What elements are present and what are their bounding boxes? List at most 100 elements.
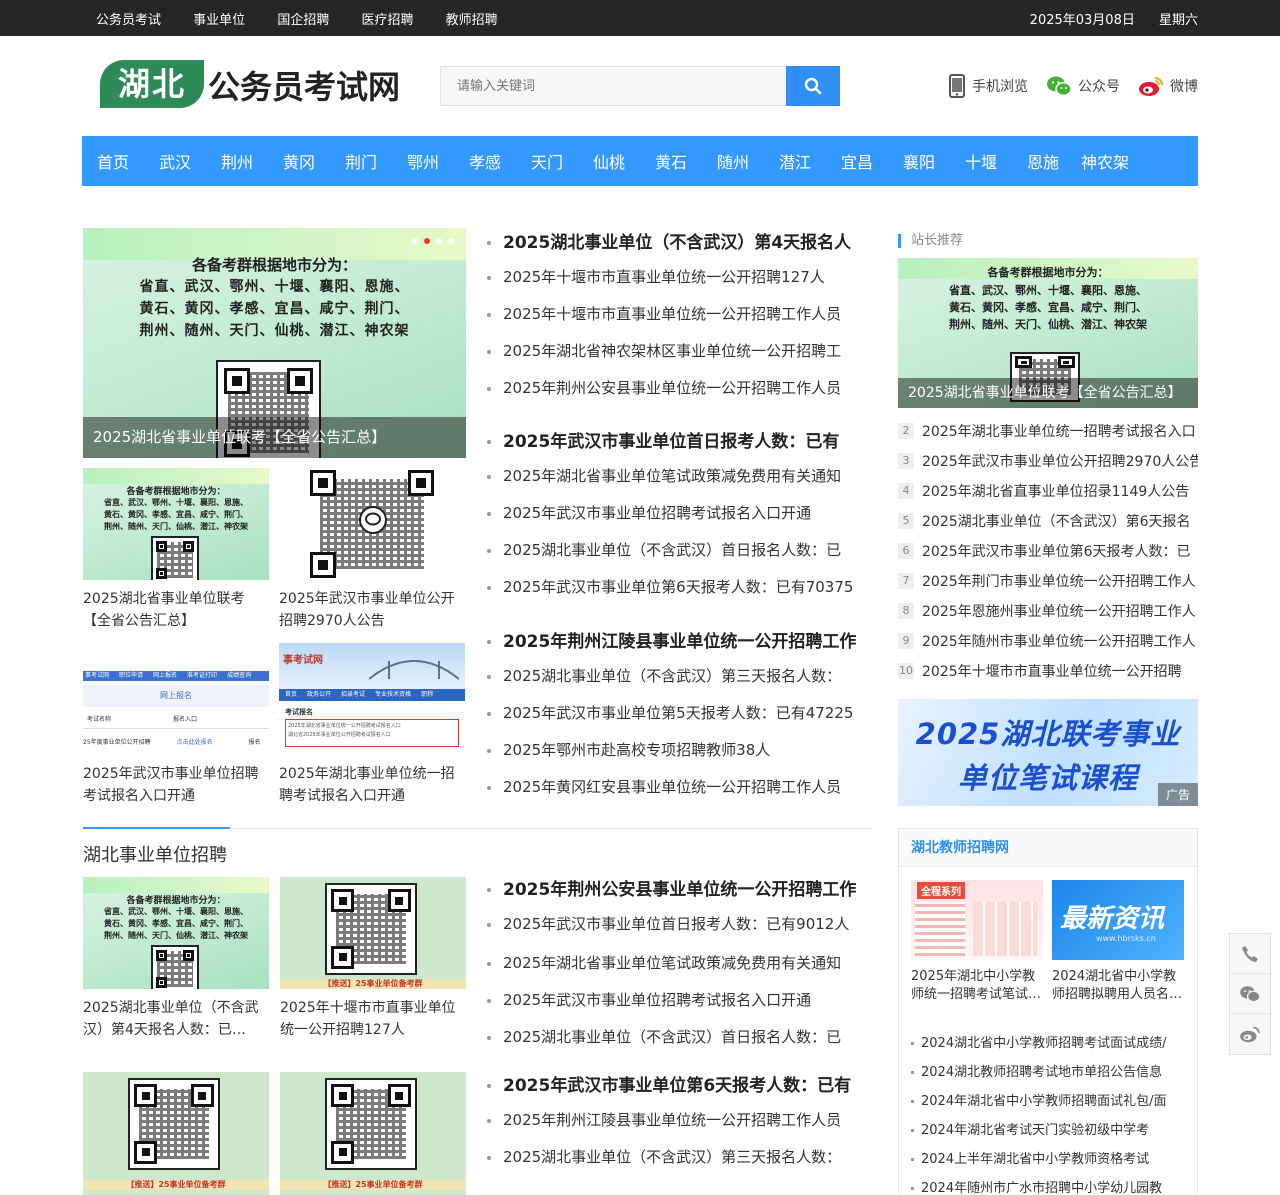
news-headline[interactable]: 2025年武汉市事业单位第6天报考人数：已有: [487, 1071, 867, 1101]
news-item[interactable]: 2025年武汉市事业单位招聘考试报名入口开通: [487, 495, 867, 532]
news-item[interactable]: 2025年荆州公安县事业单位统一公开招聘工作人员: [487, 370, 867, 407]
nav-jingzhou[interactable]: 荆州: [206, 149, 268, 173]
news-headline[interactable]: 2025年武汉市事业单位首日报考人数：已有: [487, 427, 867, 457]
nav-huangshi[interactable]: 黄石: [640, 149, 702, 173]
nav-xiangyang[interactable]: 襄阳: [888, 149, 950, 173]
rank-title[interactable]: 2025年武汉市事业单位第6天报考人数：已: [922, 541, 1191, 561]
news-item[interactable]: 2025湖北事业单位（不含武汉）首日报名人数：已: [487, 1019, 867, 1056]
nav-wuhan[interactable]: 武汉: [144, 149, 206, 173]
site-logo[interactable]: 湖北 公务员考试网: [100, 60, 410, 112]
rank-item[interactable]: 3 2025年武汉市事业单位公开招聘2970人公告: [898, 446, 1198, 476]
news-item[interactable]: 2025年荆州江陵县事业单位统一公开招聘工作人员: [487, 1102, 867, 1139]
top-link-soe[interactable]: 国企招聘: [277, 13, 329, 28]
teacher-news-item[interactable]: 2024年随州市广水市招聘中小学幼儿园教: [911, 1174, 1187, 1195]
slider-dot[interactable]: [436, 238, 442, 244]
section-thumb-card[interactable]: 【推送】25事业单位备考群: [280, 1072, 466, 1195]
news-headline[interactable]: 2025年荆州江陵县事业单位统一公开招聘工作: [487, 627, 867, 657]
rank-title[interactable]: 2025年随州市事业单位统一公开招聘工作人: [922, 631, 1196, 651]
news-item[interactable]: 2025年武汉市事业单位首日报考人数：已有9012人: [487, 906, 867, 943]
news-item[interactable]: 2025年武汉市事业单位招聘考试报名入口开通: [487, 982, 867, 1019]
nav-qianjiang[interactable]: 潜江: [764, 149, 826, 173]
thumb-card[interactable]: 2025年武汉市事业单位公开招聘2970人公告: [279, 468, 465, 632]
search-input[interactable]: [440, 66, 786, 106]
teacher-news-item[interactable]: 2024上半年湖北省中小学教师资格考试: [911, 1145, 1187, 1174]
nav-home[interactable]: 首页: [82, 149, 144, 173]
thumb-caption[interactable]: 2025年湖北事业单位统一招聘考试报名入口开通: [279, 763, 465, 807]
rank-item[interactable]: 9 2025年随州市事业单位统一公开招聘工作人: [898, 626, 1198, 656]
section-thumb-card[interactable]: 【推送】25事业单位备考群: [83, 1072, 269, 1195]
hero-slider[interactable]: 各备考群根据地市分为： 省直、武汉、鄂州、十堰、襄阳、恩施、 黄石、黄冈、孝感、…: [83, 228, 466, 458]
news-item[interactable]: 2025年黄冈红安县事业单位统一公开招聘工作人员: [487, 769, 867, 806]
thumb-caption[interactable]: 2025湖北省事业单位联考【全省公告汇总】: [83, 588, 269, 632]
thumb-image[interactable]: 事考试网 职位申请 网上报名 准考证打印 成绩查询 网上报名 考试名称 报名入口…: [83, 643, 269, 755]
nav-shennongjia[interactable]: 神农架: [1074, 149, 1136, 173]
teacher-news-item[interactable]: 2024年湖北省考试天门实验初级中学考: [911, 1116, 1187, 1145]
nav-suizhou[interactable]: 随州: [702, 149, 764, 173]
teacher-news-item[interactable]: 2024湖北省中小学教师招聘考试面试成绩/: [911, 1029, 1187, 1058]
news-item[interactable]: 2025年湖北省事业单位笔试政策减免费用有关通知: [487, 458, 867, 495]
news-item[interactable]: 2025年十堰市市直事业单位统一公开招聘工作人员: [487, 296, 867, 333]
rank-title[interactable]: 2025年湖北事业单位统一招聘考试报名入口: [922, 421, 1196, 441]
thumb-image[interactable]: 【推送】25事业单位备考群: [83, 1072, 269, 1195]
nav-jingmen[interactable]: 荆门: [330, 149, 392, 173]
wechat-link[interactable]: 公众号: [1046, 74, 1120, 98]
float-weibo-button[interactable]: [1230, 1014, 1270, 1054]
rank-item[interactable]: 8 2025年恩施州事业单位统一公开招聘工作人: [898, 596, 1198, 626]
rank-item[interactable]: 4 2025年湖北省直事业单位招录1149人公告: [898, 476, 1198, 506]
teacher-pic[interactable]: 全程系列: [911, 880, 1043, 960]
thumb-card[interactable]: 各备考群根据地市分为： 省直、武汉、鄂州、十堰、襄阳、恩施、 黄石、黄冈、孝感、…: [83, 468, 269, 632]
slider-dot-active[interactable]: [424, 238, 430, 244]
thumb-card[interactable]: 事考试网 首页 政务公开 招录考试 专业技术资格 职称 考试报名 2025年湖北…: [279, 643, 465, 807]
thumb-card[interactable]: 事考试网 职位申请 网上报名 准考证打印 成绩查询 网上报名 考试名称 报名入口…: [83, 643, 269, 807]
teacher-news-item[interactable]: 2024湖北教师招聘考试地市单招公告信息: [911, 1058, 1187, 1087]
rank-title[interactable]: 2025年荆门市事业单位统一公开招聘工作人: [922, 571, 1196, 591]
teacher-pic[interactable]: 最新资讯 www.hbrsks.cn: [1052, 880, 1184, 960]
section-thumb-card[interactable]: 各备考群根据地市分为： 省直、武汉、鄂州、十堰、襄阳、恩施、 黄石、黄冈、孝感、…: [83, 877, 269, 1041]
rank-title[interactable]: 2025年湖北省直事业单位招录1149人公告: [922, 481, 1189, 501]
slider-pagination[interactable]: [406, 238, 454, 244]
thumb-image[interactable]: [279, 468, 465, 580]
rank-title[interactable]: 2025年恩施州事业单位统一公开招聘工作人: [922, 601, 1196, 621]
nav-xiaogan[interactable]: 孝感: [454, 149, 516, 173]
rank-item[interactable]: 7 2025年荆门市事业单位统一公开招聘工作人: [898, 566, 1198, 596]
news-item[interactable]: 2025年湖北省神农架林区事业单位统一公开招聘工: [487, 333, 867, 370]
teacher-pic-caption[interactable]: 2024湖北省中小学教师招聘拟聘用人员名…: [1052, 968, 1184, 1006]
thumb-image[interactable]: 各备考群根据地市分为： 省直、武汉、鄂州、十堰、襄阳、恩施、 黄石、黄冈、孝感、…: [83, 468, 269, 580]
search-button[interactable]: [786, 66, 840, 106]
rank-item[interactable]: 6 2025年武汉市事业单位第6天报考人数：已: [898, 536, 1198, 566]
ad-banner[interactable]: 2025湖北联考事业 单位笔试课程 广告: [898, 699, 1198, 806]
teacher-box-title[interactable]: 湖北教师招聘网: [899, 829, 1197, 867]
slider-dot[interactable]: [412, 238, 418, 244]
top-link-institution[interactable]: 事业单位: [193, 13, 245, 28]
news-item[interactable]: 2025年鄂州市赴高校专项招聘教师38人: [487, 732, 867, 769]
recommend-caption[interactable]: 2025湖北省事业单位联考【全省公告汇总】: [898, 378, 1198, 408]
nav-ezhou[interactable]: 鄂州: [392, 149, 454, 173]
top-link-medical[interactable]: 医疗招聘: [361, 13, 413, 28]
weibo-link[interactable]: 微博: [1138, 74, 1198, 98]
nav-shiyan[interactable]: 十堰: [950, 149, 1012, 173]
thumb-image[interactable]: 【推送】25事业单位备考群: [280, 1072, 466, 1195]
section-title[interactable]: 湖北事业单位招聘: [83, 841, 227, 867]
rank-item[interactable]: 10 2025年十堰市市直事业单位统一公开招聘: [898, 656, 1198, 686]
float-phone-button[interactable]: [1230, 934, 1270, 974]
top-link-civil[interactable]: 公务员考试: [96, 13, 161, 28]
thumb-image[interactable]: 事考试网 首页 政务公开 招录考试 专业技术资格 职称 考试报名 2025年湖北…: [279, 643, 465, 755]
nav-huanggang[interactable]: 黄冈: [268, 149, 330, 173]
news-item[interactable]: 2025湖北事业单位（不含武汉）第三天报名人数：: [487, 658, 867, 695]
rank-item[interactable]: 5 2025湖北事业单位（不含武汉）第6天报名: [898, 506, 1198, 536]
teacher-pic-caption[interactable]: 2025年湖北中小学教师统一招聘考试笔试…: [911, 968, 1043, 1006]
slider-dot[interactable]: [448, 238, 454, 244]
slider-caption[interactable]: 2025湖北省事业单位联考【全省公告汇总】: [83, 417, 466, 458]
nav-tianmen[interactable]: 天门: [516, 149, 578, 173]
news-item[interactable]: 2025年十堰市市直事业单位统一公开招聘127人: [487, 259, 867, 296]
thumb-image[interactable]: 各备考群根据地市分为： 省直、武汉、鄂州、十堰、襄阳、恩施、 黄石、黄冈、孝感、…: [83, 877, 269, 989]
rank-title[interactable]: 2025年武汉市事业单位公开招聘2970人公告: [922, 451, 1198, 471]
section-thumb-card[interactable]: 【推送】25事业单位备考群 2025年十堰市市直事业单位统一公开招聘127人: [280, 877, 466, 1041]
thumb-caption[interactable]: 2025年武汉市事业单位公开招聘2970人公告: [279, 588, 465, 632]
news-item[interactable]: 2025湖北事业单位（不含武汉）第三天报名人数：: [487, 1139, 867, 1176]
rank-item[interactable]: 2 2025年湖北事业单位统一招聘考试报名入口: [898, 416, 1198, 446]
news-headline[interactable]: 2025年荆州公安县事业单位统一公开招聘工作: [487, 875, 867, 905]
news-item[interactable]: 2025年武汉市事业单位第5天报考人数：已有47225: [487, 695, 867, 732]
thumb-caption[interactable]: 2025年武汉市事业单位招聘考试报名入口开通: [83, 763, 269, 807]
nav-yichang[interactable]: 宜昌: [826, 149, 888, 173]
